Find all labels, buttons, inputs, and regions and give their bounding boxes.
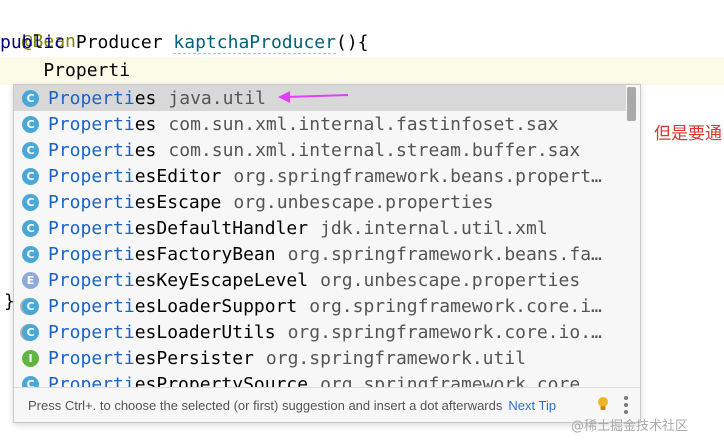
- code-line-3[interactable]: Properti: [0, 57, 130, 85]
- more-options-icon[interactable]: [624, 396, 628, 414]
- next-tip-link[interactable]: Next Tip: [508, 398, 556, 413]
- type-producer: Producer: [75, 32, 163, 53]
- item-name-rest: es: [134, 87, 157, 109]
- item-package: org.springframework.util: [265, 347, 527, 369]
- completion-item[interactable]: C Properti esLoaderSupport org.springframew…: [14, 293, 626, 319]
- item-package: org.springframework.core: [320, 373, 581, 388]
- class-icon: C: [22, 141, 39, 159]
- class-icon: C: [22, 115, 39, 133]
- completion-footer: Press Ctrl+. to choose the selected (or …: [14, 387, 640, 422]
- completion-item[interactable]: C Properti esPropertySource org.springframe…: [14, 371, 626, 387]
- item-package: org.springframework.core.i…: [309, 295, 602, 317]
- item-match-text: Properti: [48, 165, 135, 187]
- item-match-text: Properti: [48, 139, 135, 161]
- item-name-rest: esEditor: [134, 165, 222, 187]
- annotation-text: 但是要通: [654, 124, 722, 144]
- item-match-text: Properti: [48, 243, 135, 265]
- item-package: com.sun.xml.internal.fastinfoset.sax: [168, 113, 559, 135]
- item-match-text: Properti: [48, 321, 135, 343]
- completion-item[interactable]: C Properti esLoaderUtils org.springframewor…: [14, 319, 626, 345]
- item-match-text: Properti: [48, 217, 135, 239]
- completion-popup[interactable]: C Properti es java.util C Properti es com.sun.x…: [13, 84, 641, 423]
- item-package: jdk.internal.util.xml: [320, 217, 548, 239]
- class-icon: C: [22, 89, 39, 107]
- item-name-rest: esPersister: [134, 347, 254, 369]
- item-match-text: Properti: [48, 191, 135, 213]
- item-match-text: Properti: [48, 113, 135, 135]
- scrollbar-thumb[interactable]: [627, 87, 636, 121]
- item-name-rest: esDefaultHandler: [134, 217, 309, 239]
- completion-item[interactable]: C Properti esDefaultHandler jdk.internal.ut…: [14, 215, 626, 241]
- item-name-rest: esKeyEscapeLevel: [134, 269, 309, 291]
- class-icon: C: [22, 375, 39, 387]
- item-package: org.springframework.beans.propert…: [233, 165, 602, 187]
- completion-item[interactable]: C Properti esEditor org.springframework.bea…: [14, 163, 626, 189]
- code-line-2: public Producer kaptchaProducer(){: [0, 29, 369, 57]
- item-match-text: Properti: [48, 269, 135, 291]
- item-package: java.util: [168, 87, 266, 109]
- completion-item[interactable]: C Properti es com.sun.xml.internal.stream.b…: [14, 137, 626, 163]
- class-icon: C: [22, 193, 39, 211]
- lightbulb-icon[interactable]: [597, 397, 609, 411]
- item-name-rest: es: [134, 139, 157, 161]
- item-match-text: Properti: [48, 295, 135, 317]
- item-package: org.springframework.core.io.…: [287, 321, 602, 343]
- method-paren: (){: [335, 32, 369, 53]
- item-match-text: Properti: [48, 87, 135, 109]
- class-icon: C: [22, 219, 39, 237]
- item-package: org.springframework.beans.fa…: [287, 243, 602, 265]
- keyword-public: public: [0, 32, 66, 53]
- abstract-class-icon: C: [22, 297, 39, 315]
- completion-item[interactable]: I Properti esPersister org.springframework.…: [14, 345, 626, 371]
- item-match-text: Properti: [48, 347, 135, 369]
- footer-hint: Press Ctrl+. to choose the selected (or …: [28, 397, 503, 413]
- item-package: org.unbescape.properties: [320, 269, 581, 291]
- completion-item[interactable]: C Properti esFactoryBean org.springframewor…: [14, 241, 626, 267]
- completion-list[interactable]: C Properti es java.util C Properti es com.sun.x…: [14, 85, 626, 387]
- typed-text[interactable]: Properti: [0, 60, 130, 81]
- item-name-rest: esEscape: [134, 191, 222, 213]
- pointer-arrow-icon: [278, 91, 349, 103]
- class-icon: C: [22, 167, 39, 185]
- completion-item[interactable]: E Properti esKeyEscapeLevel org.unbescape.p…: [14, 267, 626, 293]
- item-match-text: Properti: [48, 373, 135, 388]
- item-name-rest: es: [134, 113, 157, 135]
- item-package: org.unbescape.properties: [233, 191, 494, 213]
- interface-icon: I: [22, 349, 39, 367]
- abstract-class-icon: C: [22, 323, 39, 341]
- watermark: @稀土掘金技术社区: [571, 419, 689, 434]
- enum-icon: E: [22, 271, 39, 289]
- class-icon: C: [22, 245, 39, 263]
- item-name-rest: esLoaderSupport: [134, 295, 298, 317]
- method-name: kaptchaProducer: [173, 32, 336, 54]
- item-name-rest: esFactoryBean: [134, 243, 276, 265]
- completion-item[interactable]: C Properti esEscape org.unbescape.propertie…: [14, 189, 626, 215]
- item-name-rest: esPropertySource: [134, 373, 309, 388]
- item-package: com.sun.xml.internal.stream.buffer.sax: [168, 139, 581, 161]
- item-name-rest: esLoaderUtils: [134, 321, 276, 343]
- completion-item[interactable]: C Properti es com.sun.xml.internal.fastinfo…: [14, 111, 626, 137]
